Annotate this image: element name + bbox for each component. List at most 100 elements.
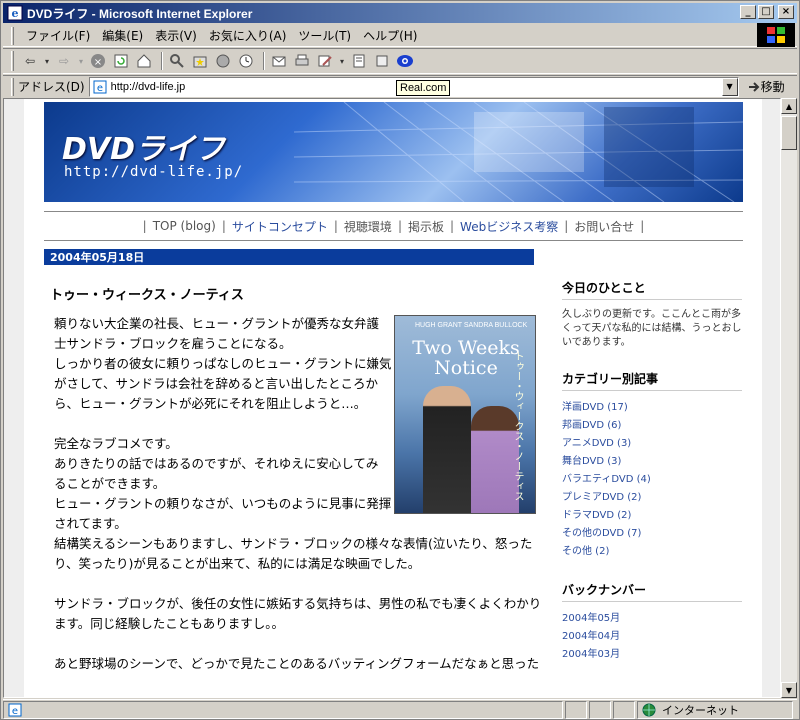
text-line: り、笑ったり)が見ることが出来て、私的には満足な映画でした。	[54, 556, 421, 571]
nav-separator: |	[397, 219, 402, 233]
post-title[interactable]: トゥー・ウィークス・ノーティス	[50, 284, 244, 303]
real-com-tooltip: Real.com	[396, 80, 451, 96]
title-bar[interactable]: e DVDライフ - Microsoft Internet Explorer _…	[3, 3, 797, 23]
menu-file[interactable]: ファイル(F)	[20, 26, 96, 46]
page-done-icon: e	[8, 703, 22, 717]
nav-top[interactable]: TOP (blog)	[153, 219, 216, 233]
menu-grip[interactable]	[11, 26, 14, 45]
discuss-icon[interactable]	[349, 51, 369, 71]
menu-help[interactable]: ヘルプ(H)	[357, 26, 423, 46]
text-line: しっかり者の彼女に頼りっぱなしのヒュー・グラントに嫌気	[54, 356, 392, 371]
status-bar: e インターネット	[3, 699, 797, 719]
category-link[interactable]: 舞台DVD (3)	[562, 453, 742, 471]
status-text: e	[3, 700, 563, 719]
search-icon[interactable]	[167, 51, 187, 71]
category-link[interactable]: プレミアDVD (2)	[562, 489, 742, 507]
scroll-thumb[interactable]	[781, 116, 797, 150]
refresh-icon[interactable]	[111, 51, 131, 71]
category-link[interactable]: その他のDVD (7)	[562, 525, 742, 543]
nav-web-business[interactable]: Webビジネス考察	[460, 218, 558, 235]
category-link[interactable]: その他 (2)	[562, 543, 742, 561]
address-label: アドレス(D)	[18, 80, 85, 94]
category-link[interactable]: ドラマDVD (2)	[562, 507, 742, 525]
mail-icon[interactable]	[269, 51, 289, 71]
backnumber-link[interactable]: 2004年04月	[562, 628, 742, 646]
text-line: 結構笑えるシーンもありますし、サンドラ・ブロックの様々な表情(泣いたり、怒った	[54, 536, 533, 551]
minimize-button[interactable]: _	[740, 5, 756, 19]
post-body: 頼りない大企業の社長、ヒュー・グラントが優秀な女弁護 士サンドラ・ブロックを雇う…	[54, 314, 544, 694]
scroll-up-icon[interactable]: ▲	[781, 98, 797, 114]
toolbar-separator	[161, 52, 163, 70]
text-line: ら、ヒュー・グラントが必死にそれを阻止しようと…。	[54, 396, 367, 411]
text-line: ありきたりの話ではあるのですが、それゆえに安心してみ	[54, 456, 379, 471]
toolbar-grip[interactable]	[11, 51, 14, 71]
text-line: 完全なラブコメです。	[54, 436, 178, 451]
edit-icon[interactable]	[315, 51, 335, 71]
nav-contact[interactable]: お問い合せ	[574, 218, 634, 235]
messenger-icon[interactable]	[372, 51, 392, 71]
back-icon[interactable]: ⇦	[20, 51, 40, 71]
nav-bbs[interactable]: 掲示板	[408, 218, 444, 235]
scroll-down-icon[interactable]: ▼	[781, 682, 797, 698]
browser-window: e DVDライフ - Microsoft Internet Explorer _…	[0, 0, 800, 720]
nav-separator: |	[640, 219, 645, 233]
category-link[interactable]: アニメDVD (3)	[562, 435, 742, 453]
back-dropdown-icon[interactable]: ▾	[43, 51, 51, 71]
close-button[interactable]: ×	[778, 5, 794, 19]
security-zone[interactable]: インターネット	[637, 700, 793, 719]
nav-environment[interactable]: 視聴環境	[344, 218, 392, 235]
text-line: あと野球場のシーンで、どっかで見たことのあるバッティングフォームだなぁと思った	[54, 656, 540, 671]
page-viewport[interactable]: DVDライフ http://dvd-life.jp/ | TOP (blog) …	[3, 98, 781, 698]
post-date: 2004年05月18日	[44, 249, 534, 265]
nav-separator: |	[142, 219, 147, 233]
go-button[interactable]: 移動	[747, 78, 785, 95]
site-banner[interactable]: DVDライフ http://dvd-life.jp/	[44, 102, 743, 202]
post-paragraph-2: 完全なラブコメです。 ありきたりの話ではあるのですが、それゆえに安心してみ るこ…	[54, 434, 544, 574]
post-paragraph-3: サンドラ・ブロックが、後任の女性に嫉妬する気持ちは、男性の私でも凄くよくわかり …	[54, 594, 544, 634]
text-line: がさして、サンドラは会社を辞めると言い出したところか	[54, 376, 379, 391]
backnumber-link[interactable]: 2004年03月	[562, 646, 742, 664]
right-sidebar: 今日のひとこと 久しぶりの更新です。ここんとこ雨が多くって天パな私的には結構、う…	[562, 279, 742, 664]
nav-concept[interactable]: サイトコンセプト	[232, 218, 328, 235]
category-link[interactable]: 洋画DVD (17)	[562, 399, 742, 417]
stop-icon[interactable]: ×	[88, 51, 108, 71]
category-link[interactable]: バラエティDVD (4)	[562, 471, 742, 489]
backnumber-link[interactable]: 2004年05月	[562, 610, 742, 628]
print-icon[interactable]	[292, 51, 312, 71]
forward-icon[interactable]: ⇨	[54, 51, 74, 71]
address-url: http://dvd-life.jp	[110, 80, 186, 93]
vertical-scrollbar[interactable]: ▲ ▼	[781, 98, 797, 698]
site-logo: DVDライフ	[62, 132, 226, 167]
status-cell-2	[589, 700, 611, 719]
address-dropdown-icon[interactable]: ▼	[721, 77, 738, 96]
forward-dropdown-icon[interactable]: ▾	[77, 51, 85, 71]
windows-logo	[757, 23, 795, 47]
address-grip[interactable]	[11, 77, 14, 96]
page-margin-left	[4, 99, 24, 697]
text-line: ます。同じ経験したこともありますし。。	[54, 616, 285, 631]
text-line: サンドラ・ブロックが、後任の女性に嫉妬する気持ちは、男性の私でも凄くよくわかり	[54, 596, 542, 611]
menu-tools[interactable]: ツール(T)	[292, 26, 357, 46]
home-icon[interactable]	[134, 51, 154, 71]
menu-favorites[interactable]: お気に入り(A)	[203, 26, 293, 46]
category-link[interactable]: 邦画DVD (6)	[562, 417, 742, 435]
text-line: 士サンドラ・ブロックを雇うことになる。	[54, 336, 292, 351]
edit-dropdown-icon[interactable]: ▾	[338, 51, 346, 71]
menu-view[interactable]: 表示(V)	[149, 26, 203, 46]
status-cell-1	[565, 700, 587, 719]
category-heading: カテゴリー別記事	[562, 370, 742, 391]
status-cell-3	[613, 700, 635, 719]
site-url: http://dvd-life.jp/	[64, 164, 244, 180]
real-com-icon[interactable]	[395, 51, 415, 71]
page-icon: e	[93, 80, 107, 94]
favorites-icon[interactable]	[190, 51, 210, 71]
nav-separator: |	[333, 219, 338, 233]
media-icon[interactable]	[213, 51, 233, 71]
history-icon[interactable]	[236, 51, 256, 71]
maximize-button[interactable]: □	[758, 5, 774, 19]
nav-separator: |	[221, 219, 226, 233]
menu-edit[interactable]: 編集(E)	[96, 26, 149, 46]
window-title: DVDライフ - Microsoft Internet Explorer	[27, 6, 253, 21]
standard-toolbar: ⇦ ▾ ⇨ ▾ × ▾	[3, 48, 797, 74]
